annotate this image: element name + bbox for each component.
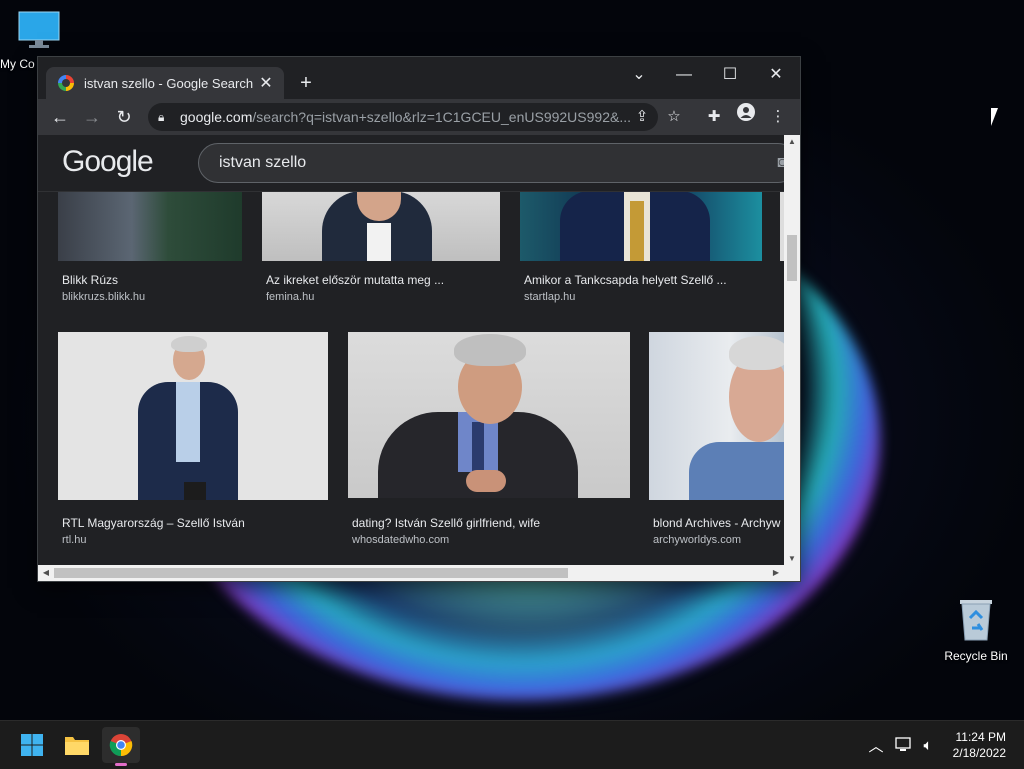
taskbar: ︿ 🔈︎ 11:24 PM 2/18/2022	[0, 720, 1024, 769]
tab-google-search[interactable]: istvan szello - Google Search ✕	[46, 67, 284, 99]
scroll-down-arrow-icon[interactable]: ▼	[784, 554, 800, 563]
image-result[interactable]: dating? István Szellő girlfriend, wife w…	[348, 332, 630, 552]
vertical-scrollbar[interactable]: ▲ ▼	[784, 135, 800, 565]
clock-date: 2/18/2022	[952, 746, 1006, 760]
scroll-up-arrow-icon[interactable]: ▲	[784, 137, 800, 146]
result-source: startlap.hu	[524, 291, 576, 303]
result-caption[interactable]: Blikk Rúzs	[62, 273, 118, 287]
result-source: rtl.hu	[62, 534, 87, 546]
tab-close-icon[interactable]: ✕	[256, 73, 276, 93]
browser-window: istvan szello - Google Search ✕ + ⌄ — ☐ …	[37, 56, 801, 582]
address-bar[interactable]: 🔒︎ google.com/search?q=istvan+szello&rlz…	[148, 103, 658, 131]
forward-arrow-icon[interactable]: →	[78, 103, 106, 131]
bookmark-star-icon[interactable]: ☆	[660, 103, 688, 131]
result-thumbnail[interactable]	[58, 191, 242, 261]
folder-icon	[65, 737, 89, 755]
tray-overflow-chevron-icon[interactable]: ︿	[864, 721, 888, 769]
result-caption[interactable]: dating? István Szellő girlfriend, wife	[352, 516, 540, 530]
url-host: google.com	[180, 109, 253, 125]
horizontal-scroll-thumb[interactable]	[54, 568, 568, 578]
image-result[interactable]: blond Archives - Archyw archyworldys.com	[649, 332, 784, 552]
volume-icon[interactable]: 🔈︎	[916, 721, 940, 769]
result-thumbnail[interactable]	[58, 332, 328, 500]
tab-search-dropdown-icon[interactable]: ⌄	[616, 61, 662, 89]
scroll-left-arrow-icon[interactable]: ◀	[38, 565, 54, 581]
monitor-icon	[18, 11, 60, 48]
menu-kebab-icon[interactable]: ⋮	[764, 103, 792, 131]
profile-avatar-icon[interactable]	[732, 103, 760, 131]
new-tab-button[interactable]: +	[294, 71, 318, 95]
scroll-right-arrow-icon[interactable]: ▶	[768, 565, 784, 581]
result-caption[interactable]: blond Archives - Archyw	[653, 516, 780, 530]
system-clock[interactable]: 11:24 PM 2/18/2022	[953, 729, 1006, 761]
result-caption[interactable]: Az ikreket először mutatta meg ...	[266, 273, 444, 287]
result-caption[interactable]: RTL Magyarország – Szellő István	[62, 516, 245, 530]
horizontal-scrollbar[interactable]: ◀ ▶	[38, 565, 800, 581]
image-result[interactable]: Blikk Rúzs blikkruzs.blikk.hu	[58, 191, 242, 311]
chrome-icon	[109, 734, 133, 757]
browser-toolbar: ← → ↻ 🔒︎ google.com/search?q=istvan+szel…	[38, 99, 800, 135]
result-thumbnail[interactable]	[262, 191, 500, 261]
file-explorer-button[interactable]	[58, 727, 96, 763]
image-result[interactable]: Az ikreket először mutatta meg ... femin…	[262, 191, 500, 311]
extensions-puzzle-icon[interactable]: ✚	[700, 103, 728, 131]
active-app-indicator	[115, 763, 127, 766]
result-caption[interactable]: Amikor a Tankcsapda helyett Szellő ...	[524, 273, 727, 287]
google-favicon-icon	[58, 75, 74, 91]
start-button[interactable]	[13, 727, 51, 763]
share-icon[interactable]: ⇪	[628, 103, 656, 131]
image-result[interactable]: Amikor a Tankcsapda helyett Szellő ... s…	[520, 191, 762, 311]
result-thumbnail[interactable]	[520, 191, 762, 261]
reload-icon[interactable]: ↻	[110, 103, 138, 131]
search-query: istvan szello	[219, 154, 307, 171]
mouse-cursor-icon	[991, 108, 1005, 126]
vertical-scroll-thumb[interactable]	[787, 235, 797, 281]
recycle-bin-icon	[960, 600, 992, 641]
tab-title: istvan szello - Google Search	[84, 75, 254, 91]
clock-time: 11:24 PM	[955, 730, 1006, 744]
desktop-icon-recycle-bin[interactable]: Recycle Bin	[936, 596, 1016, 663]
image-result[interactable]: RTL Magyarország – Szellő István rtl.hu	[58, 332, 328, 552]
google-logo[interactable]: Google	[62, 145, 154, 179]
result-source: femina.hu	[266, 291, 315, 303]
windows-logo-icon	[21, 734, 43, 756]
page-content: Google istvan szello ◙ Blikk Rúzs blikkr…	[38, 135, 784, 565]
result-source: blikkruzs.blikk.hu	[62, 291, 146, 303]
chrome-taskbar-button[interactable]	[102, 727, 140, 766]
google-header: Google istvan szello ◙	[38, 135, 784, 192]
network-icon[interactable]	[892, 721, 916, 769]
result-thumbnail[interactable]	[348, 332, 630, 498]
maximize-button[interactable]: ☐	[707, 61, 753, 89]
lock-icon[interactable]: 🔒︎	[158, 110, 180, 125]
result-thumbnail[interactable]	[649, 332, 784, 500]
result-source: archyworldys.com	[653, 534, 742, 546]
url-path: /search?q=istvan+szello&rlz=1C1GCEU_enUS…	[252, 109, 631, 125]
close-window-button[interactable]: ✕	[753, 61, 799, 89]
back-arrow-icon[interactable]: ←	[46, 103, 74, 131]
result-source: whosdatedwho.com	[352, 534, 450, 546]
desktop-icon-label: Recycle Bin	[944, 649, 1008, 663]
minimize-button[interactable]: —	[661, 61, 707, 89]
title-bar[interactable]: istvan szello - Google Search ✕ + ⌄ — ☐ …	[38, 57, 800, 99]
search-input[interactable]: istvan szello ◙	[198, 143, 784, 183]
camera-search-icon[interactable]: ◙	[777, 144, 784, 182]
